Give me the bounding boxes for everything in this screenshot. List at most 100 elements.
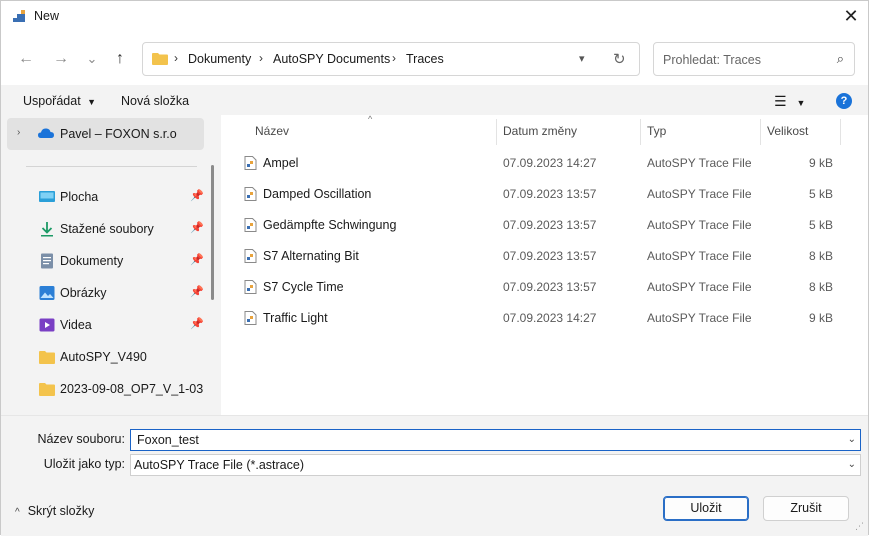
column-divider[interactable] bbox=[760, 119, 761, 145]
sidebar-item-onedrive[interactable]: › Pavel – FOXON s.r.o bbox=[7, 118, 204, 150]
search-box[interactable]: Prohledat: Traces ⌕ bbox=[653, 42, 855, 76]
sidebar-item-autospy-v490[interactable]: AutoSPY_V490 bbox=[1, 343, 206, 371]
folder-icon bbox=[39, 383, 55, 396]
forward-arrow-icon[interactable]: → bbox=[51, 49, 71, 69]
filetype-value: AutoSPY Trace File (*.astrace) bbox=[134, 458, 304, 472]
file-row[interactable]: S7 Cycle Time 07.09.2023 13:57 AutoSPY T… bbox=[221, 271, 868, 302]
breadcrumb-traces[interactable]: Traces bbox=[406, 52, 444, 66]
filename-field[interactable]: Foxon_test ⌄ bbox=[130, 429, 861, 451]
file-type: AutoSPY Trace File bbox=[647, 249, 752, 263]
cloud-icon bbox=[38, 128, 54, 138]
file-row[interactable]: Traffic Light 07.09.2023 14:27 AutoSPY T… bbox=[221, 302, 868, 333]
sidebar-item-desktop[interactable]: Plocha 📌 bbox=[1, 183, 206, 211]
file-row[interactable]: S7 Alternating Bit 07.09.2023 13:57 Auto… bbox=[221, 240, 868, 271]
hide-folders-label: Skrýt složky bbox=[27, 504, 95, 518]
new-folder-button[interactable]: Nová složka bbox=[121, 94, 189, 108]
file-size: 9 kB bbox=[808, 311, 833, 325]
organize-label: Uspořádat bbox=[23, 94, 81, 108]
column-divider[interactable] bbox=[640, 119, 641, 145]
file-size: 8 kB bbox=[808, 280, 833, 294]
column-divider[interactable] bbox=[840, 119, 841, 145]
help-icon[interactable]: ? bbox=[836, 93, 852, 109]
file-type: AutoSPY Trace File bbox=[647, 311, 752, 325]
chevron-right-icon: › bbox=[174, 51, 178, 65]
file-name: Ampel bbox=[263, 156, 299, 170]
search-input[interactable]: Prohledat: Traces bbox=[663, 53, 761, 67]
filename-value[interactable]: Foxon_test bbox=[137, 433, 199, 447]
resize-grip-icon[interactable]: ⋰ bbox=[855, 521, 864, 532]
file-list[interactable]: ^ Název Datum změny Typ Velikost Ampel 0… bbox=[221, 114, 868, 415]
chevron-down-icon[interactable]: ⌄ bbox=[848, 434, 856, 445]
navigation-bar: ← → ⌄ ↑ › Dokumenty › AutoSPY Documents … bbox=[1, 31, 868, 85]
file-size: 5 kB bbox=[808, 187, 833, 201]
refresh-icon[interactable]: ↻ bbox=[613, 50, 626, 68]
save-button[interactable]: Uložit bbox=[663, 496, 749, 521]
back-arrow-icon[interactable]: ← bbox=[16, 49, 36, 69]
column-header-name[interactable]: Název bbox=[255, 124, 289, 138]
file-type: AutoSPY Trace File bbox=[647, 187, 752, 201]
sidebar-item-label: AutoSPY_V490 bbox=[60, 350, 147, 364]
address-bar[interactable]: › Dokumenty › AutoSPY Documents › Traces… bbox=[142, 42, 640, 76]
hide-folders-toggle[interactable]: ^ Skrýt složky bbox=[15, 504, 94, 518]
organize-menu[interactable]: Uspořádat ▼ bbox=[23, 94, 96, 108]
cancel-button[interactable]: Zrušit bbox=[763, 496, 849, 521]
file-size: 5 kB bbox=[808, 218, 833, 232]
sidebar-item-label: Plocha bbox=[60, 190, 99, 204]
sidebar-item-op7-folder[interactable]: 2023-09-08_OP7_V_1-03 bbox=[1, 375, 206, 403]
breadcrumb-dokumenty[interactable]: Dokumenty bbox=[188, 52, 251, 66]
chevron-down-icon[interactable]: ⌄ bbox=[848, 459, 856, 470]
chevron-down-icon: ▼ bbox=[796, 98, 806, 108]
pin-icon: 📌 bbox=[190, 222, 204, 234]
sidebar-item-downloads[interactable]: Stažené soubory 📌 bbox=[1, 215, 206, 243]
filename-label: Název souboru: bbox=[37, 432, 125, 446]
documents-icon bbox=[41, 253, 53, 269]
file-date: 07.09.2023 13:57 bbox=[503, 280, 597, 294]
file-size: 8 kB bbox=[808, 249, 833, 263]
sidebar-item-pictures[interactable]: Obrázky 📌 bbox=[1, 279, 206, 307]
file-type: AutoSPY Trace File bbox=[647, 218, 752, 232]
sidebar-item-videos[interactable]: Videa 📌 bbox=[1, 311, 206, 339]
navigation-pane[interactable]: › Pavel – FOXON s.r.o Plocha 📌 Stažené s… bbox=[1, 115, 216, 415]
search-icon: ⌕ bbox=[836, 51, 844, 66]
sidebar-item-label: 2023-09-08_OP7_V_1-03 bbox=[60, 382, 204, 396]
chevron-right-icon[interactable]: › bbox=[17, 127, 20, 138]
chevron-down-icon: ▼ bbox=[87, 97, 97, 107]
trace-file-icon bbox=[244, 311, 257, 325]
command-bar: Uspořádat ▼ Nová složka ☰ ▼ ? bbox=[1, 85, 868, 115]
chevron-down-icon[interactable]: ▾ bbox=[579, 52, 585, 65]
column-header-size[interactable]: Velikost bbox=[767, 124, 808, 138]
sidebar-item-label: Stažené soubory bbox=[60, 222, 154, 236]
trace-file-icon bbox=[244, 280, 257, 294]
chevron-right-icon: › bbox=[392, 51, 396, 65]
pin-icon: 📌 bbox=[190, 318, 204, 330]
file-name: Damped Oscillation bbox=[263, 187, 372, 201]
pin-icon: 📌 bbox=[190, 190, 204, 202]
download-icon bbox=[41, 222, 53, 237]
view-options[interactable]: ☰ ▼ bbox=[774, 93, 805, 110]
sidebar-scrollbar[interactable] bbox=[211, 165, 214, 300]
column-header-type[interactable]: Typ bbox=[647, 124, 666, 138]
filetype-select[interactable]: AutoSPY Trace File (*.astrace) ⌄ bbox=[130, 454, 861, 476]
file-row[interactable]: Damped Oscillation 07.09.2023 13:57 Auto… bbox=[221, 178, 868, 209]
sort-ascending-icon: ^ bbox=[368, 114, 373, 124]
file-date: 07.09.2023 13:57 bbox=[503, 187, 597, 201]
sidebar-item-documents[interactable]: Dokumenty 📌 bbox=[1, 247, 206, 275]
file-size: 9 kB bbox=[808, 156, 833, 170]
desktop-icon bbox=[39, 191, 55, 202]
up-arrow-icon[interactable]: ↑ bbox=[110, 49, 130, 69]
trace-file-icon bbox=[244, 187, 257, 201]
sidebar-item-label: Obrázky bbox=[60, 286, 107, 300]
column-divider[interactable] bbox=[496, 119, 497, 145]
file-row[interactable]: Gedämpfte Schwingung 07.09.2023 13:57 Au… bbox=[221, 209, 868, 240]
pictures-icon bbox=[39, 286, 55, 300]
save-dialog: New ✕ ← → ⌄ ↑ › Dokumenty › AutoSPY Docu… bbox=[0, 0, 869, 536]
close-icon[interactable]: ✕ bbox=[842, 7, 860, 25]
file-name: S7 Cycle Time bbox=[263, 280, 344, 294]
window-title: New bbox=[34, 9, 60, 23]
list-view-icon: ☰ bbox=[774, 93, 787, 109]
file-row[interactable]: Ampel 07.09.2023 14:27 AutoSPY Trace Fil… bbox=[221, 147, 868, 178]
column-header-date[interactable]: Datum změny bbox=[503, 124, 577, 138]
breadcrumb-autospy-documents[interactable]: AutoSPY Documents bbox=[273, 52, 390, 66]
file-name: S7 Alternating Bit bbox=[263, 249, 359, 263]
recent-locations-icon[interactable]: ⌄ bbox=[82, 49, 102, 69]
